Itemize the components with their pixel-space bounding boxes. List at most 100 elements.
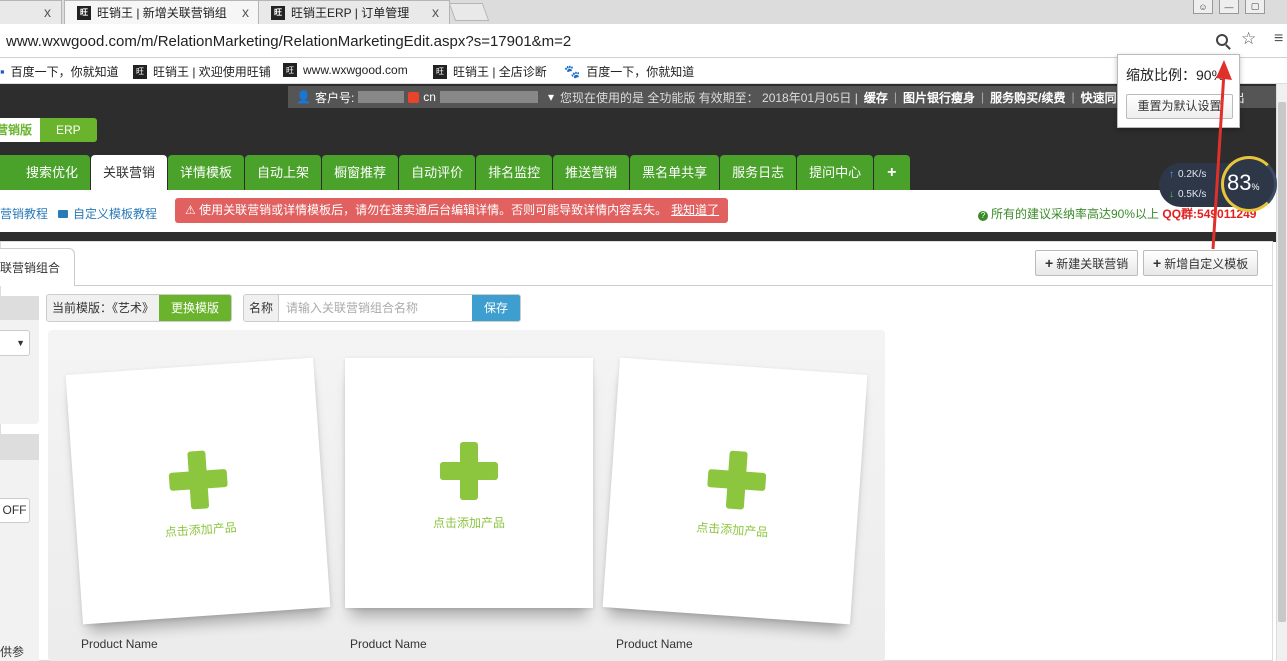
bookmark-label: 旺销王 | 全店诊断	[453, 65, 547, 79]
redacted-account	[439, 91, 538, 103]
wangxiaowang-favicon-icon: 旺	[283, 63, 297, 77]
question-icon: ?	[978, 211, 988, 221]
left-bottom-text: 供参	[0, 645, 25, 659]
name-label: 名称	[244, 295, 280, 321]
version-switch: 营销版 ERP	[0, 118, 97, 142]
customer-label: 客户号:	[314, 90, 355, 105]
close-tab-icon[interactable]: x	[432, 4, 439, 20]
nav-tab-rank-monitor[interactable]: 排名监控	[476, 155, 553, 190]
button-label: 新建关联营销	[1056, 257, 1129, 271]
window-controls: ☺ — ▢	[1193, 0, 1265, 14]
nav-tab-auto-listing[interactable]: 自动上架	[245, 155, 322, 190]
bookmark-star-icon[interactable]: ☆	[1241, 29, 1256, 49]
wangxiaowang-favicon-icon: 旺	[77, 5, 91, 20]
add-product-text[interactable]: 点击添加产品	[608, 512, 857, 546]
browser-tab-bar: x 旺 旺销王 | 新增关联营销组 x 旺 旺销王ERP | 订单管理 x ☺ …	[0, 0, 1287, 24]
account-dropdown-icon[interactable]: ▾	[548, 90, 554, 104]
nav-tab-question-center[interactable]: 提问中心	[797, 155, 874, 190]
url-input[interactable]: www.wxwgood.com/m/RelationMarketing/Rela…	[6, 33, 571, 50]
add-plus-icon[interactable]	[706, 449, 768, 511]
close-tab-icon[interactable]: x	[242, 4, 249, 20]
nav-tab-relation-marketing[interactable]: 关联营销	[91, 155, 168, 190]
bookmark-label: 百度一下，你就知道	[10, 65, 119, 79]
bookmark-item[interactable]: 🐾 百度一下，你就知道	[564, 63, 694, 80]
cache-link[interactable]: 缓存	[864, 89, 888, 106]
warning-banner: ⚠ 使用关联营销或详情模板后，请勿在速卖通后台编辑详情。否则可能导致详情内容丢失…	[175, 198, 728, 223]
tutorial-label: 自定义模板教程	[73, 207, 158, 221]
left-select-dropdown[interactable]: ▼	[0, 330, 30, 356]
warning-text: ⚠ 使用关联营销或详情模板后，请勿在速卖通后台编辑详情。否则可能导致详情内容丢失…	[185, 203, 668, 217]
save-button[interactable]: 保存	[472, 295, 521, 321]
nav-tab-showcase[interactable]: 橱窗推荐	[322, 155, 399, 190]
download-speed: ↓ 0.5K/s	[1169, 189, 1207, 200]
bookmark-item[interactable]: 旺 旺销王 | 全店诊断	[433, 63, 547, 80]
tab-relation-combo[interactable]: 关联营销组合	[0, 248, 75, 286]
product-slot-card[interactable]: 点击添加产品	[602, 357, 868, 625]
redacted-customer-id	[358, 91, 405, 103]
nav-add-tab-button[interactable]: +	[874, 155, 910, 190]
user-icon[interactable]: ☺	[1193, 0, 1213, 14]
quick-sync-link[interactable]: 快速同	[1081, 89, 1117, 106]
menu-icon[interactable]: ≡	[1274, 30, 1283, 48]
service-purchase-link[interactable]: 服务购买/续费	[990, 89, 1065, 106]
nav-tab-seo[interactable]: 搜索优化	[0, 155, 91, 190]
bookmark-item[interactable]: ▪ 百度一下，你就知道	[0, 63, 119, 80]
tab-title: 旺销王ERP | 订单管理	[291, 6, 410, 20]
browser-tab[interactable]: x	[0, 0, 62, 24]
nav-tab-service-log[interactable]: 服务日志	[720, 155, 797, 190]
baidu-paw-icon: ▪	[0, 64, 5, 79]
tip-text: 所有的建议采纳率高达90%以上	[991, 207, 1160, 221]
close-tab-icon[interactable]: x	[44, 4, 51, 20]
wangxiaowang-favicon-icon: 旺	[433, 64, 447, 79]
tab-title: 旺销王 | 新增关联营销组	[97, 6, 227, 20]
minimize-icon[interactable]: —	[1219, 0, 1239, 14]
bookmark-item[interactable]: 旺 旺销王 | 欢迎使用旺铺	[133, 63, 273, 80]
address-bar: www.wxwgood.com/m/RelationMarketing/Rela…	[0, 24, 1287, 58]
new-custom-template-button[interactable]: + 新增自定义模板	[1143, 250, 1259, 276]
custom-template-tutorial-link[interactable]: 自定义模板教程	[58, 205, 157, 222]
add-plus-icon[interactable]	[167, 449, 229, 511]
image-bank-link[interactable]: 图片银行瘦身	[903, 89, 975, 106]
off-toggle[interactable]: OFF	[0, 498, 30, 523]
left-filter-panel	[0, 296, 39, 424]
add-plus-icon[interactable]	[440, 442, 498, 500]
product-slot-card[interactable]: 点击添加产品	[345, 358, 593, 608]
name-field-group: 名称 保存	[243, 294, 522, 322]
erp-version-button[interactable]: ERP	[40, 118, 97, 142]
browser-tab[interactable]: 旺 旺销王ERP | 订单管理 x	[258, 0, 450, 24]
new-relation-marketing-button[interactable]: + 新建关联营销	[1035, 250, 1139, 276]
restore-icon[interactable]: ▢	[1245, 0, 1265, 14]
product-name: Product Name	[616, 637, 693, 651]
bookmark-label: 百度一下，你就知道	[586, 65, 695, 79]
zoom-icon[interactable]	[1216, 34, 1228, 46]
wangxiaowang-favicon-icon: 旺	[271, 5, 285, 20]
nav-tab-push-marketing[interactable]: 推送营销	[553, 155, 630, 190]
current-template-label: 当前模版：《艺术》	[47, 295, 160, 321]
bookmarks-bar: ▪ 百度一下，你就知道 旺 旺销王 | 欢迎使用旺铺 旺 www.wxwgood…	[0, 58, 1287, 84]
button-label: 新增自定义模板	[1164, 257, 1249, 271]
wangxiaowang-favicon-icon: 旺	[133, 64, 147, 79]
nav-tab-detail-template[interactable]: 详情模板	[168, 155, 245, 190]
new-tab-button[interactable]	[448, 3, 490, 21]
tab-underline	[75, 285, 1273, 286]
bookmark-item[interactable]: 旺 www.wxwgood.com	[283, 63, 420, 77]
bookmark-label: www.wxwgood.com	[303, 63, 408, 77]
nav-tab-auto-review[interactable]: 自动评价	[399, 155, 476, 190]
change-template-button[interactable]: 更换模版	[159, 295, 232, 321]
dismiss-warning-link[interactable]: 我知道了	[671, 203, 719, 217]
product-slot-card[interactable]: 点击添加产品	[65, 357, 331, 625]
account-prefix: cn	[423, 90, 436, 104]
version-info: 您现在使用的是 全功能版 有效期至： 2018年01月05日 |	[560, 90, 858, 105]
add-product-text[interactable]: 点击添加产品	[76, 512, 325, 546]
upload-speed: ↑ 0.2K/s	[1169, 169, 1207, 180]
marketing-version-button[interactable]: 营销版	[0, 118, 41, 142]
add-product-text[interactable]: 点击添加产品	[345, 514, 593, 531]
combo-name-input[interactable]	[279, 295, 473, 321]
user-icon: 👤	[296, 90, 311, 104]
marketing-tutorial-link[interactable]: 营销教程	[0, 205, 48, 222]
browser-tab-active[interactable]: 旺 旺销王 | 新增关联营销组 x	[64, 0, 260, 24]
video-camera-icon	[58, 210, 68, 218]
template-selector: 当前模版：《艺术》 更换模版	[46, 294, 233, 322]
red-annotation-arrow	[1211, 60, 1232, 250]
nav-tab-blacklist[interactable]: 黑名单共享	[630, 155, 720, 190]
